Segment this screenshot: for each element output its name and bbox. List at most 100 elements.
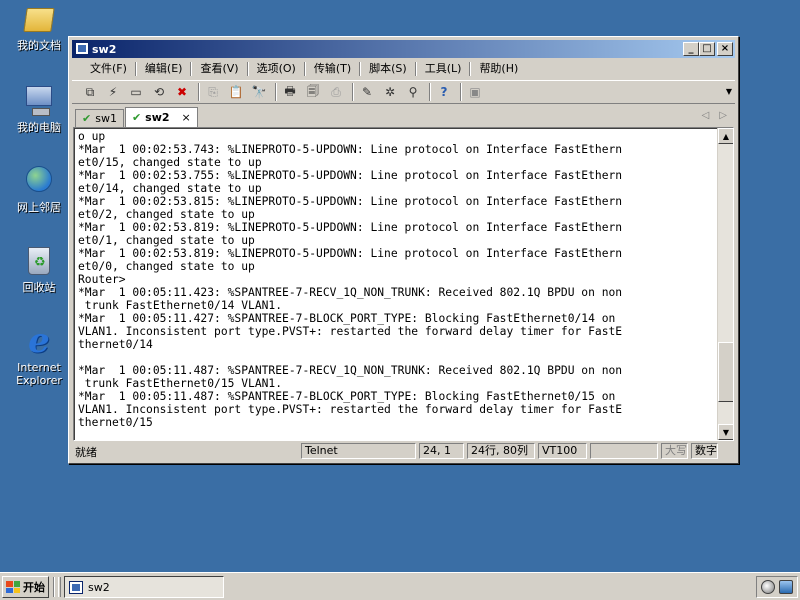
desktop-icon-label: 我的文档 [17, 39, 61, 52]
tab-navigation: ◁ ▷ [702, 110, 727, 121]
scroll-down-icon[interactable]: ▼ [718, 424, 733, 440]
terminal-line: o up [78, 130, 106, 143]
menu-tools[interactable]: 工具(L) [419, 59, 468, 78]
keymap-icon[interactable]: ⚲ [403, 83, 423, 101]
help-icon[interactable]: ? [434, 83, 454, 101]
terminal-view[interactable]: o up *Mar 1 00:02:53.743: %LINEPROTO-5-UP… [73, 127, 734, 441]
menu-file[interactable]: 文件(F) [84, 59, 133, 78]
toolbar-overflow-icon[interactable]: ▼ [726, 87, 732, 96]
connect-icon[interactable]: ⧉ [80, 83, 100, 101]
tab-close-icon[interactable]: × [182, 111, 191, 124]
toolbar-separator [429, 83, 431, 101]
minimize-button[interactable]: _ [683, 42, 699, 56]
desktop-icon-network-places[interactable]: 网上邻居 [0, 164, 78, 214]
desktop-icon-label: 网上邻居 [17, 201, 61, 214]
scroll-up-icon[interactable]: ▲ [718, 128, 733, 144]
start-button[interactable]: 开始 [2, 576, 49, 598]
desktop-icon-label: 回收站 [22, 281, 56, 294]
close-button[interactable]: × [717, 42, 733, 56]
terminal-line: et0/14, changed state to up [78, 182, 262, 195]
scroll-thumb[interactable] [718, 342, 733, 402]
desktop-icon-recycle-bin[interactable]: ♻ 回收站 [0, 244, 78, 294]
menu-edit[interactable]: 编辑(E) [139, 59, 189, 78]
status-caps: 大写 [661, 443, 688, 459]
menu-help[interactable]: 帮助(H) [473, 59, 524, 78]
network-tray-icon[interactable] [779, 580, 793, 594]
terminal-line: *Mar 1 00:05:11.427: %SPANTREE-7-BLOCK_P… [78, 312, 616, 325]
toolbar-separator [198, 83, 200, 101]
find-icon[interactable]: 🔭 [249, 83, 269, 101]
connect-tab-icon[interactable]: ▭ [126, 83, 146, 101]
vertical-scrollbar[interactable]: ▲ ▼ [717, 128, 733, 440]
taskbar-separator [53, 577, 55, 597]
status-protocol: Telnet [301, 443, 416, 459]
windows-logo-icon [6, 581, 20, 593]
tab-prev-icon[interactable]: ◁ [702, 110, 710, 121]
desktop-icon-internet-explorer[interactable]: e Internet Explorer [0, 324, 78, 387]
tab-label: sw1 [95, 112, 117, 125]
paste-icon[interactable]: 📋 [226, 83, 246, 101]
quick-connect-icon[interactable]: ⚡ [103, 83, 123, 101]
menu-script[interactable]: 脚本(S) [363, 59, 413, 78]
recycle-bin-icon: ♻ [22, 244, 56, 278]
session-options-icon[interactable]: ✎ [357, 83, 377, 101]
screenshot-icon[interactable]: ▣ [465, 83, 485, 101]
terminal-line: *Mar 1 00:02:53.819: %LINEPROTO-5-UPDOWN… [78, 247, 623, 260]
terminal-line: Router> [78, 273, 126, 286]
toolbar: ⧉ ⚡ ▭ ⟲ ✖ ⎘ 📋 🔭 🖶 🗐 ⎙ ✎ ✲ ⚲ ? ▣ ▼ [72, 80, 735, 104]
volume-icon[interactable] [761, 580, 775, 594]
menu-view[interactable]: 查看(V) [194, 59, 244, 78]
terminal-line: trunk FastEthernet0/15 VLAN1. [78, 377, 283, 390]
desktop-icon-label-line2: Explorer [16, 374, 62, 387]
window-controls: _ □ × [683, 42, 733, 56]
tab-sw1[interactable]: ✔ sw1 [75, 109, 124, 127]
menu-separator [134, 61, 137, 76]
computer-icon [22, 84, 56, 118]
tab-sw2[interactable]: ✔ sw2 × [124, 107, 198, 127]
internet-explorer-icon: e [28, 321, 50, 361]
desktop-icon-my-computer[interactable]: 我的电脑 [0, 84, 78, 134]
printer-icon[interactable]: ⎙ [326, 83, 346, 101]
taskbar-button-sw2[interactable]: sw2 [64, 576, 224, 598]
desktop-icon-label-line1: Internet [17, 361, 61, 374]
terminal-line: *Mar 1 00:02:53.755: %LINEPROTO-5-UPDOWN… [78, 169, 623, 182]
maximize-button[interactable]: □ [699, 42, 715, 56]
terminal-output: o up *Mar 1 00:02:53.743: %LINEPROTO-5-UP… [78, 130, 719, 429]
tab-next-icon[interactable]: ▷ [719, 110, 727, 121]
terminal-line: *Mar 1 00:05:11.423: %SPANTREE-7-RECV_1Q… [78, 286, 623, 299]
title-bar[interactable]: sw2 _ □ × [72, 40, 735, 58]
terminal-line: et0/2, changed state to up [78, 208, 255, 221]
network-icon [22, 164, 56, 198]
menu-bar: 文件(F) 编辑(E) 查看(V) 选项(O) 传输(T) 脚本(S) 工具(L… [72, 59, 735, 78]
taskbar-grip[interactable] [58, 577, 61, 597]
status-ready: 就绪 [75, 446, 97, 459]
terminal-line: *Mar 1 00:02:53.819: %LINEPROTO-5-UPDOWN… [78, 221, 623, 234]
terminal-line: *Mar 1 00:02:53.815: %LINEPROTO-5-UPDOWN… [78, 195, 623, 208]
terminal-line: *Mar 1 00:02:53.743: %LINEPROTO-5-UPDOWN… [78, 143, 623, 156]
connected-check-icon: ✔ [131, 111, 142, 124]
terminal-line: VLAN1. Inconsistent port type.PVST+: res… [78, 325, 623, 338]
copy-icon[interactable]: ⎘ [203, 83, 223, 101]
toolbar-separator [460, 83, 462, 101]
menu-separator [303, 61, 306, 76]
terminal-line: *Mar 1 00:05:11.487: %SPANTREE-7-RECV_1Q… [78, 364, 623, 377]
terminal-line: thernet0/14 [78, 338, 153, 351]
disconnect-icon[interactable]: ✖ [172, 83, 192, 101]
print-selection-icon[interactable]: 🗐 [303, 83, 323, 101]
start-label: 开始 [23, 581, 45, 594]
print-icon[interactable]: 🖶 [280, 83, 300, 101]
status-bar: 就绪 Telnet 24, 1 24行, 80列 VT100 大写 数字 [72, 442, 735, 460]
reconnect-icon[interactable]: ⟲ [149, 83, 169, 101]
status-size: 24行, 80列 [467, 443, 535, 459]
global-options-icon[interactable]: ✲ [380, 83, 400, 101]
toolbar-separator [275, 83, 277, 101]
menu-options[interactable]: 选项(O) [251, 59, 302, 78]
toolbar-separator [352, 83, 354, 101]
menu-separator [246, 61, 249, 76]
menu-transfer[interactable]: 传输(T) [308, 59, 357, 78]
desktop-icon-my-documents[interactable]: 我的文档 [0, 2, 78, 52]
terminal-line: trunk FastEthernet0/14 VLAN1. [78, 299, 283, 312]
terminal-window: sw2 _ □ × 文件(F) 编辑(E) 查看(V) 选项(O) 传输(T) … [68, 36, 739, 464]
app-icon[interactable] [75, 42, 89, 55]
tab-label: sw2 [145, 111, 170, 124]
